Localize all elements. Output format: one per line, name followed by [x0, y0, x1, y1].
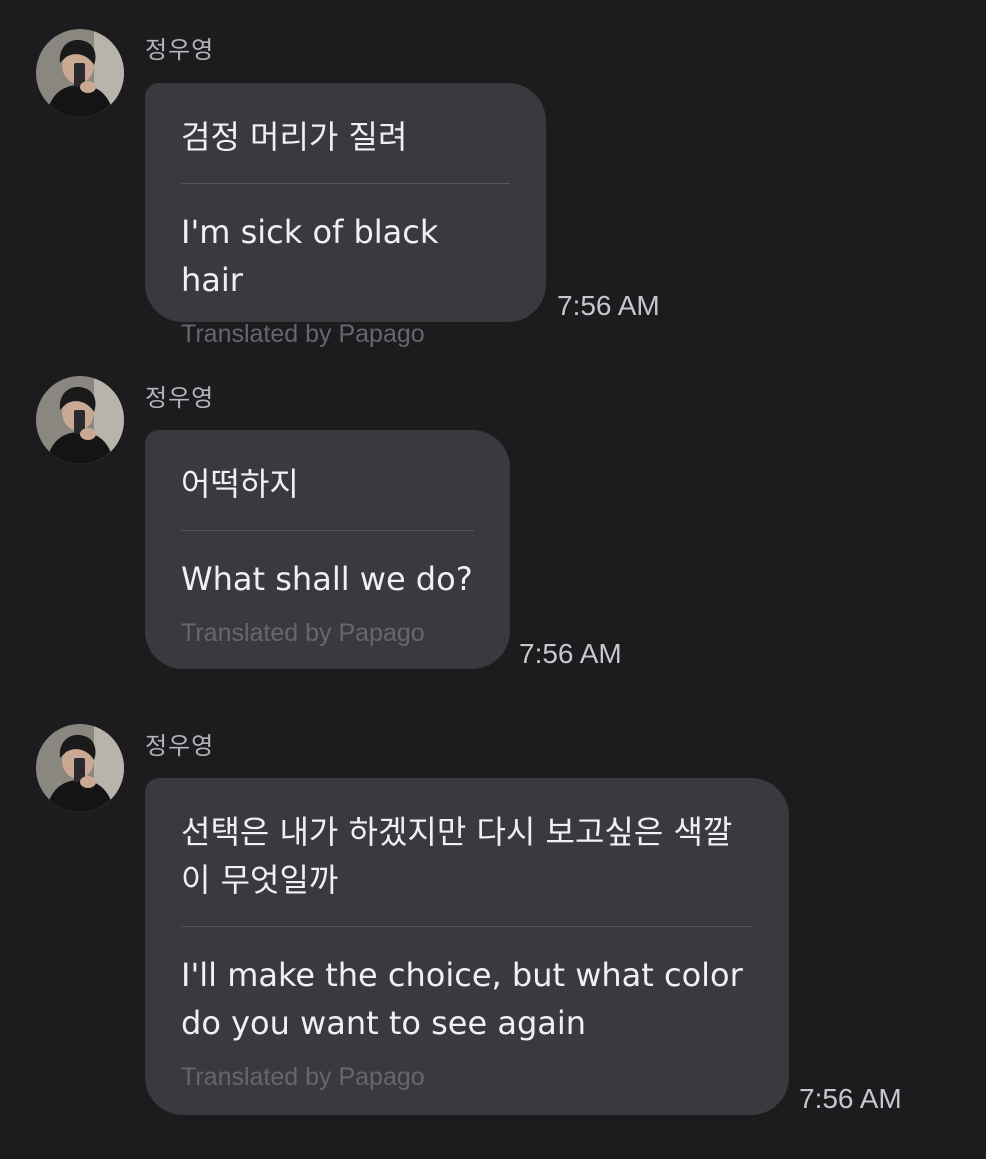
avatar[interactable] [36, 376, 124, 464]
sender-name: 정우영 [145, 36, 215, 64]
divider [181, 530, 474, 531]
avatar[interactable] [36, 29, 124, 117]
original-text: 선택은 내가 하겠지만 다시 보고싶은 색깔이 무엇일까 [181, 813, 733, 899]
timestamp: 7:56 AM [799, 1083, 902, 1114]
avatar[interactable] [36, 724, 124, 812]
translation-credit: Translated by Papago [181, 1063, 425, 1091]
message-bubble[interactable]: 검정 머리가 질려 I'm sick of black hair Transla… [145, 83, 546, 348]
timestamp: 7:56 AM [557, 290, 660, 321]
timestamp: 7:56 AM [519, 638, 622, 669]
avatar-photo [36, 29, 124, 117]
sender-name: 정우영 [145, 732, 215, 760]
translated-text: I'll make the choice, but what color do … [181, 956, 743, 1042]
sender-name: 정우영 [145, 384, 215, 412]
translation-credit: Translated by Papago [181, 619, 425, 647]
message-bubble[interactable]: 어떡하지 What shall we do? Translated by Pap… [145, 430, 510, 669]
divider [181, 926, 753, 927]
translated-text: What shall we do? [181, 560, 473, 598]
original-text: 검정 머리가 질려 [181, 118, 408, 156]
message-bubble[interactable]: 선택은 내가 하겠지만 다시 보고싶은 색깔이 무엇일까 I'll make t… [145, 778, 789, 1115]
translation-credit: Translated by Papago [181, 320, 425, 348]
divider [181, 183, 510, 184]
translated-text: I'm sick of black hair [181, 213, 439, 299]
avatar-photo [36, 376, 124, 464]
original-text: 어떡하지 [181, 465, 299, 503]
avatar-photo [36, 724, 124, 812]
